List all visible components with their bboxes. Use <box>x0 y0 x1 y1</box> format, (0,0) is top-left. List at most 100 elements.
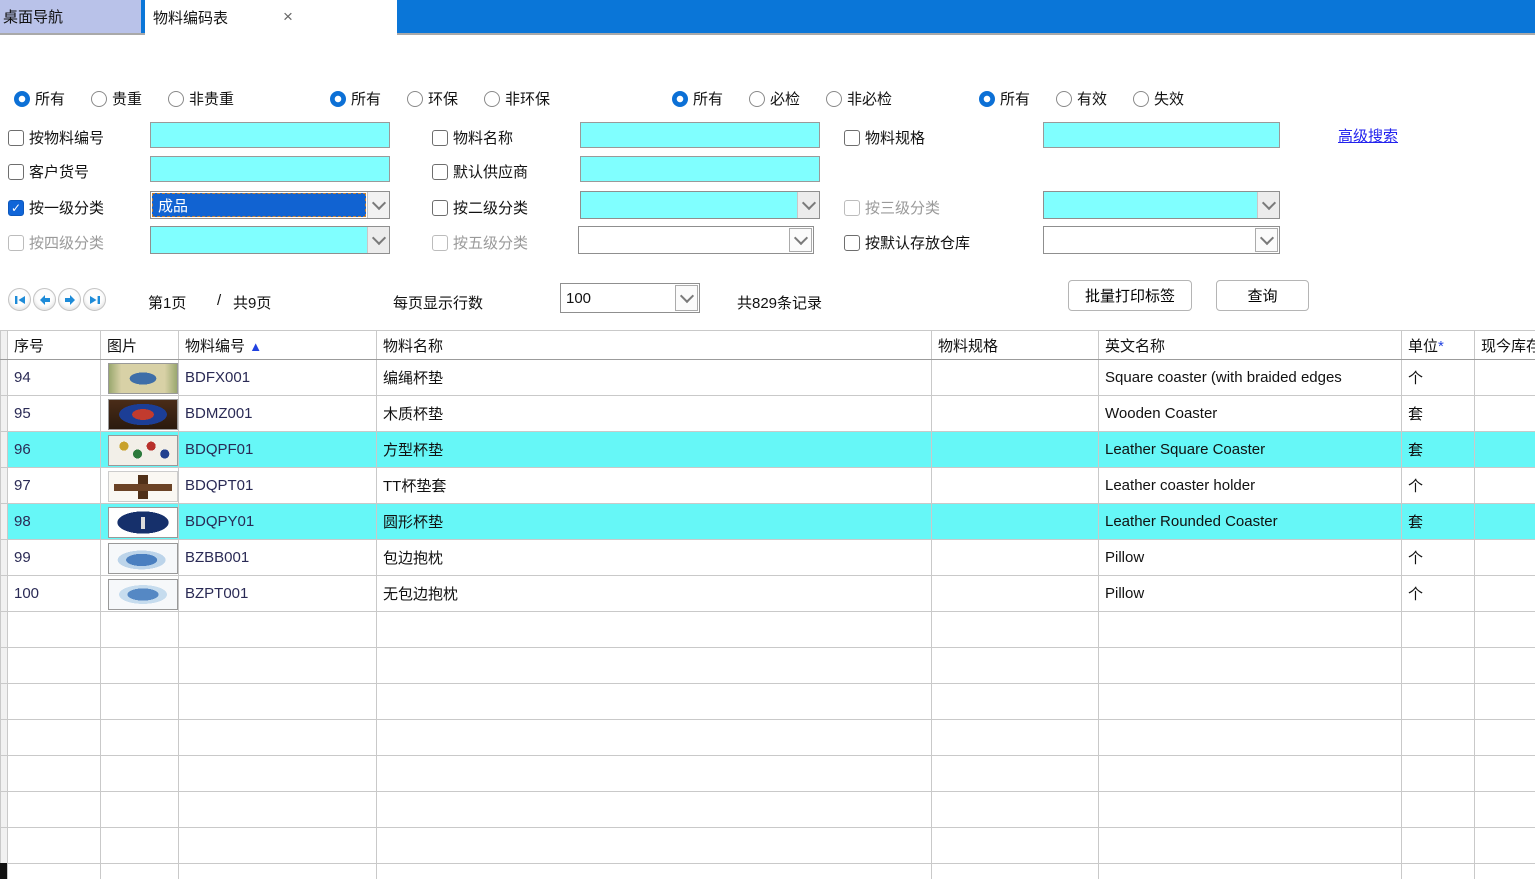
customer-no-input[interactable] <box>150 156 390 182</box>
cell-name[interactable]: 木质杯垫 <box>377 396 932 432</box>
checkbox-icon[interactable] <box>432 164 448 180</box>
cell-english[interactable]: Pillow <box>1099 576 1402 612</box>
cell-unit[interactable]: 个 <box>1402 576 1475 612</box>
table-row-empty[interactable] <box>1 792 1535 828</box>
cell-code[interactable]: BDQPF01 <box>179 432 377 468</box>
table-row[interactable]: 97 BDQPT01 TT杯垫套 Leather coaster holder … <box>1 468 1535 504</box>
table-row-empty[interactable] <box>1 756 1535 792</box>
cell-image[interactable] <box>101 396 179 432</box>
product-thumbnail-wooden-coaster[interactable] <box>108 399 178 430</box>
tab-desktop-nav[interactable]: 桌面导航 <box>0 0 141 33</box>
cell-code[interactable]: BZBB001 <box>179 540 377 576</box>
warehouse-select[interactable] <box>1043 226 1280 254</box>
filter-material-name[interactable]: 物料名称 <box>432 127 513 148</box>
cell-stock[interactable] <box>1475 396 1535 432</box>
product-thumbnail-edged-pillow[interactable] <box>108 543 178 574</box>
row-selector-cell[interactable] <box>1 504 8 540</box>
radio-icon[interactable] <box>14 91 30 107</box>
cell-image[interactable] <box>101 540 179 576</box>
row-selector-cell[interactable] <box>1 360 8 396</box>
batch-print-labels-button[interactable]: 批量打印标签 <box>1068 280 1192 311</box>
row-selector-cell[interactable] <box>1 540 8 576</box>
radio-option[interactable]: 非贵重 <box>168 88 234 109</box>
table-row[interactable]: 94 BDFX001 编绳杯垫 Square coaster (with bra… <box>1 360 1535 396</box>
radio-icon[interactable] <box>330 91 346 107</box>
checkbox-icon[interactable] <box>432 130 448 146</box>
col-header-unit[interactable]: 单位* <box>1402 331 1475 360</box>
cell-spec[interactable] <box>932 432 1099 468</box>
table-row[interactable]: 99 BZBB001 包边抱枕 Pillow 个 <box>1 540 1535 576</box>
cell-image[interactable] <box>101 504 179 540</box>
table-row[interactable]: 96 BDQPF01 方型杯垫 Leather Square Coaster 套 <box>1 432 1535 468</box>
col-header-code[interactable]: 物料编号 ▲ <box>179 331 377 360</box>
radio-icon[interactable] <box>672 91 688 107</box>
filter-material-spec[interactable]: 物料规格 <box>844 127 925 148</box>
radio-option[interactable]: 所有 <box>979 88 1030 109</box>
col-header-spec[interactable]: 物料规格 <box>932 331 1099 360</box>
cell-serial[interactable]: 96 <box>8 432 101 468</box>
table-row[interactable]: 100 BZPT001 无包边抱枕 Pillow 个 <box>1 576 1535 612</box>
radio-icon[interactable] <box>826 91 842 107</box>
table-row[interactable]: 95 BDMZ001 木质杯垫 Wooden Coaster 套 <box>1 396 1535 432</box>
cell-stock[interactable] <box>1475 504 1535 540</box>
cell-image[interactable] <box>101 468 179 504</box>
default-supplier-input[interactable] <box>580 156 820 182</box>
cell-english[interactable]: Leather Square Coaster <box>1099 432 1402 468</box>
cell-name[interactable]: 方型杯垫 <box>377 432 932 468</box>
material-name-input[interactable] <box>580 122 820 148</box>
material-no-input[interactable] <box>150 122 390 148</box>
filter-warehouse[interactable]: 按默认存放仓库 <box>844 232 970 253</box>
radio-option[interactable]: 失效 <box>1133 88 1184 109</box>
cell-image[interactable] <box>101 360 179 396</box>
cell-stock[interactable] <box>1475 432 1535 468</box>
row-selector-cell[interactable] <box>1 792 8 828</box>
row-selector-cell[interactable] <box>1 432 8 468</box>
radio-option[interactable]: 环保 <box>407 88 458 109</box>
chevron-down-icon[interactable] <box>675 285 698 311</box>
rows-per-page-select[interactable]: 100 <box>560 283 700 313</box>
row-selector-cell[interactable] <box>1 756 8 792</box>
cell-english[interactable]: Pillow <box>1099 540 1402 576</box>
cell-english[interactable]: Leather coaster holder <box>1099 468 1402 504</box>
col-header-stock[interactable]: 现今库存 <box>1475 331 1535 360</box>
col-header-image[interactable]: 图片 <box>101 331 179 360</box>
row-selector-cell[interactable] <box>1 396 8 432</box>
cell-code[interactable]: BDFX001 <box>179 360 377 396</box>
cell-code[interactable]: BDMZ001 <box>179 396 377 432</box>
product-thumbnail-coaster-holder[interactable] <box>108 471 178 502</box>
cell-unit[interactable]: 个 <box>1402 468 1475 504</box>
checkbox-icon[interactable] <box>844 235 860 251</box>
cell-serial[interactable]: 97 <box>8 468 101 504</box>
radio-option[interactable]: 非环保 <box>484 88 550 109</box>
next-page-button[interactable] <box>58 288 81 311</box>
chevron-down-icon[interactable] <box>797 192 819 218</box>
radio-option[interactable]: 所有 <box>14 88 65 109</box>
cell-english[interactable]: Square coaster (with braided edges <box>1099 360 1402 396</box>
table-row-empty[interactable] <box>1 828 1535 864</box>
filter-customer-no[interactable]: 客户货号 <box>8 161 89 182</box>
material-spec-input[interactable] <box>1043 122 1280 148</box>
query-button[interactable]: 查询 <box>1216 280 1309 311</box>
radio-option[interactable]: 所有 <box>672 88 723 109</box>
table-row-empty[interactable] <box>1 648 1535 684</box>
cell-code[interactable]: BDQPT01 <box>179 468 377 504</box>
product-thumbnail-leather-round-coaster[interactable] <box>108 507 178 538</box>
filter-default-supplier[interactable]: 默认供应商 <box>432 161 528 182</box>
cell-serial[interactable]: 99 <box>8 540 101 576</box>
radio-icon[interactable] <box>484 91 500 107</box>
cell-unit[interactable]: 套 <box>1402 396 1475 432</box>
checkbox-icon[interactable] <box>432 200 448 216</box>
cell-english[interactable]: Wooden Coaster <box>1099 396 1402 432</box>
table-row-empty[interactable] <box>1 684 1535 720</box>
prev-page-button[interactable] <box>33 288 56 311</box>
row-selector-cell[interactable] <box>1 576 8 612</box>
last-page-button[interactable] <box>83 288 106 311</box>
cell-stock[interactable] <box>1475 540 1535 576</box>
radio-icon[interactable] <box>1056 91 1072 107</box>
cell-spec[interactable] <box>932 576 1099 612</box>
radio-icon[interactable] <box>407 91 423 107</box>
checkbox-checked-icon[interactable]: ✓ <box>8 200 24 216</box>
radio-icon[interactable] <box>749 91 765 107</box>
cell-name[interactable]: 编绳杯垫 <box>377 360 932 396</box>
row-selector-cell[interactable] <box>1 720 8 756</box>
